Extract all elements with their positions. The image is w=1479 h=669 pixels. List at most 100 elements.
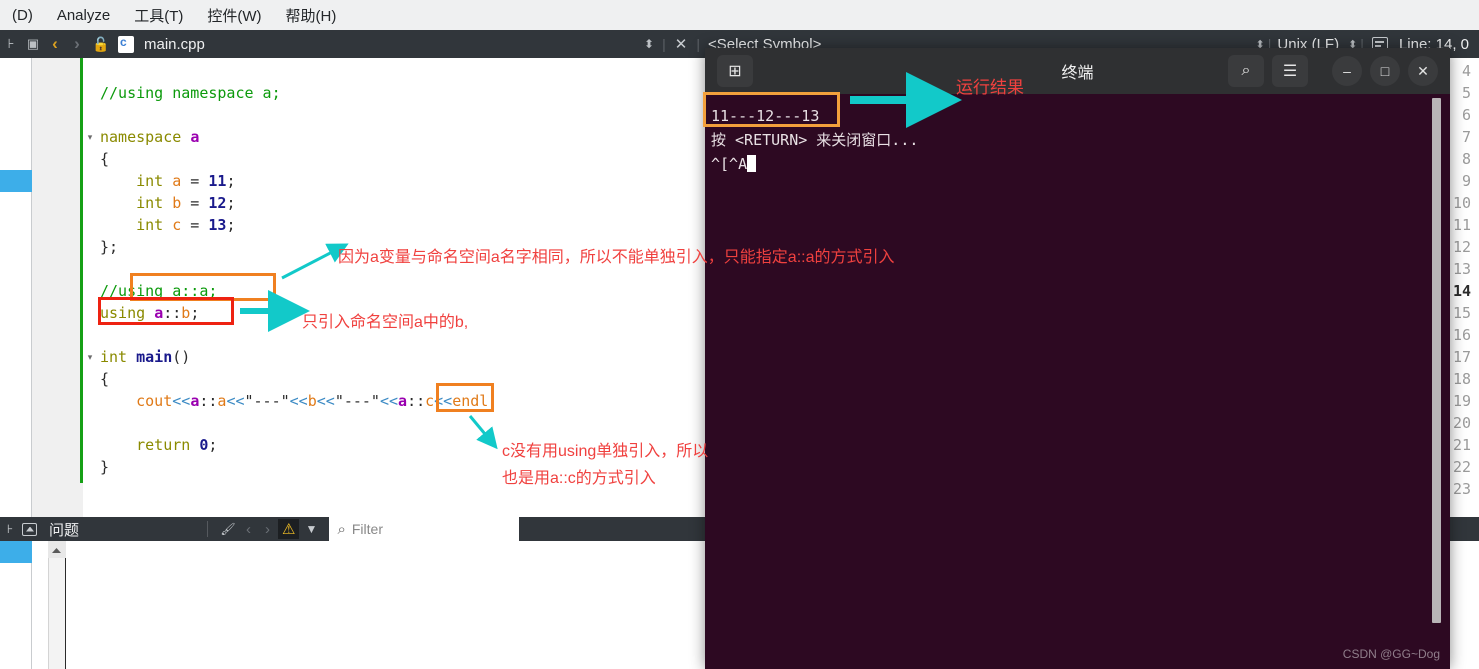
code-line[interactable]: using a::b; (100, 304, 199, 322)
annotation-line14: 因为a变量与命名空间a名字相同，所以不能单独引入，只能指定a::a的方式引入 (338, 249, 895, 266)
fold-toggle-icon[interactable]: ▾ (84, 132, 96, 143)
code-line[interactable]: namespace a (100, 128, 199, 146)
code-token: << (379, 392, 399, 410)
terminal-line: 11---12---13 (711, 107, 820, 125)
menu-item-widgets[interactable]: 控件(W) (195, 3, 273, 28)
minimize-icon[interactable]: – (1332, 56, 1362, 86)
terminal-scrollbar[interactable] (1432, 98, 1441, 623)
code-line[interactable]: } (100, 458, 109, 476)
code-token: << (434, 392, 453, 410)
warning-filter-icon[interactable]: ⚠ (278, 519, 300, 539)
code-line[interactable]: //using a::a; (100, 282, 217, 300)
code-token: namespace (100, 128, 191, 146)
annotation-line19-l1: c没有用using单独引入，所以 (502, 443, 709, 460)
code-token: :: (199, 392, 218, 410)
panel-minimize-icon[interactable] (22, 522, 37, 536)
new-tab-icon[interactable]: ⊞ (717, 55, 753, 87)
line-number-gutter (32, 58, 80, 517)
code-line[interactable]: int b = 12; (100, 194, 235, 212)
terminal-line: ^[^A (709, 152, 1450, 176)
code-token: ; (226, 194, 236, 212)
hamburger-menu-icon[interactable]: ☰ (1272, 55, 1308, 87)
code-token: 13 (208, 216, 227, 234)
prev-issue-icon[interactable]: ‹ (240, 521, 257, 538)
nav-forward-icon[interactable]: › (66, 34, 88, 54)
menu-item-analyze[interactable]: Analyze (45, 5, 122, 26)
nav-back-icon[interactable]: ‹ (44, 34, 66, 54)
terminal-cursor (747, 155, 757, 172)
code-line[interactable]: //using namespace a; (100, 84, 281, 102)
menu-item-help[interactable]: 帮助(H) (274, 3, 349, 28)
code-token: c (172, 216, 182, 234)
maximize-icon[interactable]: □ (1370, 56, 1400, 86)
code-line[interactable]: int c = 13; (100, 216, 235, 234)
code-token: ; (226, 216, 236, 234)
left-sidebar-selection[interactable] (0, 170, 32, 192)
problems-left-rail (0, 541, 32, 669)
code-token: } (100, 458, 110, 476)
screen-root: (D) Analyze 工具(T) 控件(W) 帮助(H) ⊦ ▣ ‹ › 🔓 … (0, 0, 1479, 669)
code-token: b (307, 392, 317, 410)
code-token: = (181, 172, 209, 190)
terminal-line: 按 <RETURN> 来关闭窗口... (711, 131, 919, 149)
clear-issues-icon[interactable]: 🖌 (218, 522, 238, 536)
code-token: "---" (334, 392, 380, 410)
terminal-output[interactable]: 11---12---13 按 <RETURN> 来关闭窗口... ^[^A (705, 94, 1450, 669)
code-token: a (172, 172, 182, 190)
file-switch-icon[interactable]: ⬍ (636, 37, 662, 51)
scroll-up-icon[interactable] (48, 541, 66, 558)
code-token: a (190, 392, 200, 410)
code-line[interactable]: { (100, 370, 109, 388)
watermark: CSDN @GG~Dog (1342, 647, 1440, 661)
fold-column (83, 58, 99, 517)
code-line[interactable]: int a = 11; (100, 172, 235, 190)
panel-expand-icon[interactable]: ⊦ (0, 522, 20, 536)
code-token: a (398, 392, 408, 410)
split-icon[interactable]: ⊦ (0, 36, 22, 52)
close-icon[interactable]: ✕ (1408, 56, 1438, 86)
code-token: :: (407, 392, 426, 410)
modified-marker-bar (80, 58, 83, 483)
annotation-terminal: 运行结果 (956, 78, 1024, 97)
code-token: ; (208, 436, 218, 454)
code-line[interactable]: }; (100, 238, 118, 256)
search-icon: ⌕ (337, 520, 346, 538)
open-file-name[interactable]: main.cpp (144, 36, 205, 53)
lock-icon[interactable]: 🔓 (88, 36, 114, 53)
code-token: b (181, 304, 191, 322)
terminal-window-controls: ⌕ ☰ – □ ✕ (1228, 55, 1450, 87)
code-line[interactable]: return 0; (100, 436, 217, 454)
panel-toggle-icon[interactable]: ▣ (22, 36, 44, 52)
filter-input[interactable]: ⌕ Filter (329, 517, 520, 541)
code-token: ; (190, 304, 200, 322)
problems-rail-selection[interactable] (0, 541, 32, 563)
code-token: { (100, 150, 110, 168)
filter-funnel-icon[interactable]: ▼ (301, 522, 321, 536)
next-issue-icon[interactable]: › (259, 521, 276, 538)
close-file-icon[interactable]: ✕ (666, 35, 697, 53)
terminal-titlebar: ⊞ ⌕ ☰ – □ ✕ (705, 48, 1450, 94)
code-token: ; (226, 172, 236, 190)
code-line[interactable]: int main() (100, 348, 190, 366)
code-token: //using namespace a; (100, 84, 281, 102)
code-token: "---" (244, 392, 290, 410)
code-token: ; (488, 392, 498, 410)
code-token: using (100, 304, 155, 322)
problems-scrollbar[interactable] (48, 541, 66, 669)
code-token: a (154, 304, 164, 322)
code-line[interactable]: cout<<a::a<<"---"<<b<<"---"<<a::c<<endl; (100, 392, 497, 410)
terminal-window[interactable]: ⊞ ⌕ ☰ – □ ✕ 终端 11---12---13 按 <RETURN> 来关… (705, 48, 1450, 669)
left-mini-sidebar (0, 58, 32, 517)
code-token: return (136, 436, 191, 454)
menu-item-tools[interactable]: 工具(T) (122, 3, 195, 28)
search-icon[interactable]: ⌕ (1228, 55, 1264, 87)
fold-toggle-icon[interactable]: ▾ (84, 352, 96, 363)
code-line[interactable]: { (100, 150, 109, 168)
menu-item-0[interactable]: (D) (0, 5, 45, 26)
